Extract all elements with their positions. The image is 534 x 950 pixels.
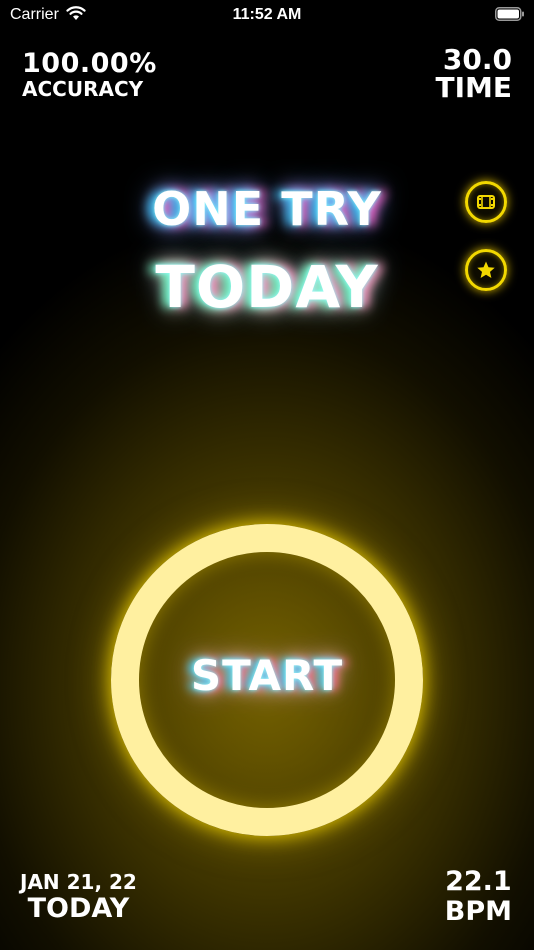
accuracy-label: ACCURACY	[22, 77, 144, 101]
bpm-stat: 22.1 BPM	[445, 868, 512, 925]
start-label: START	[190, 651, 344, 700]
bpm-value: 22.1	[445, 866, 512, 897]
time-value: 30.0	[442, 43, 512, 76]
time-stat: 30.0 TIME	[435, 46, 512, 102]
date-stat: JAN 21, 22 TODAY	[20, 872, 137, 922]
status-time: 11:52 AM	[232, 6, 302, 23]
film-icon	[477, 195, 495, 209]
accuracy-stat: 100.00% ACCURACY	[22, 50, 157, 99]
bpm-label: BPM	[444, 896, 512, 927]
time-label: TIME	[435, 71, 512, 104]
star-icon	[477, 261, 495, 278]
title-today: TODAY	[155, 253, 379, 321]
video-button[interactable]	[465, 181, 507, 223]
rate-button[interactable]	[465, 249, 507, 291]
date-value: JAN 21, 22	[20, 870, 137, 894]
accuracy-value: 100.00%	[22, 48, 157, 79]
title-one-try: ONE TRY	[152, 182, 382, 236]
date-label: TODAY	[27, 893, 130, 924]
status-bar: Carrier 11:52 AM	[0, 0, 534, 30]
battery-icon	[495, 7, 524, 21]
